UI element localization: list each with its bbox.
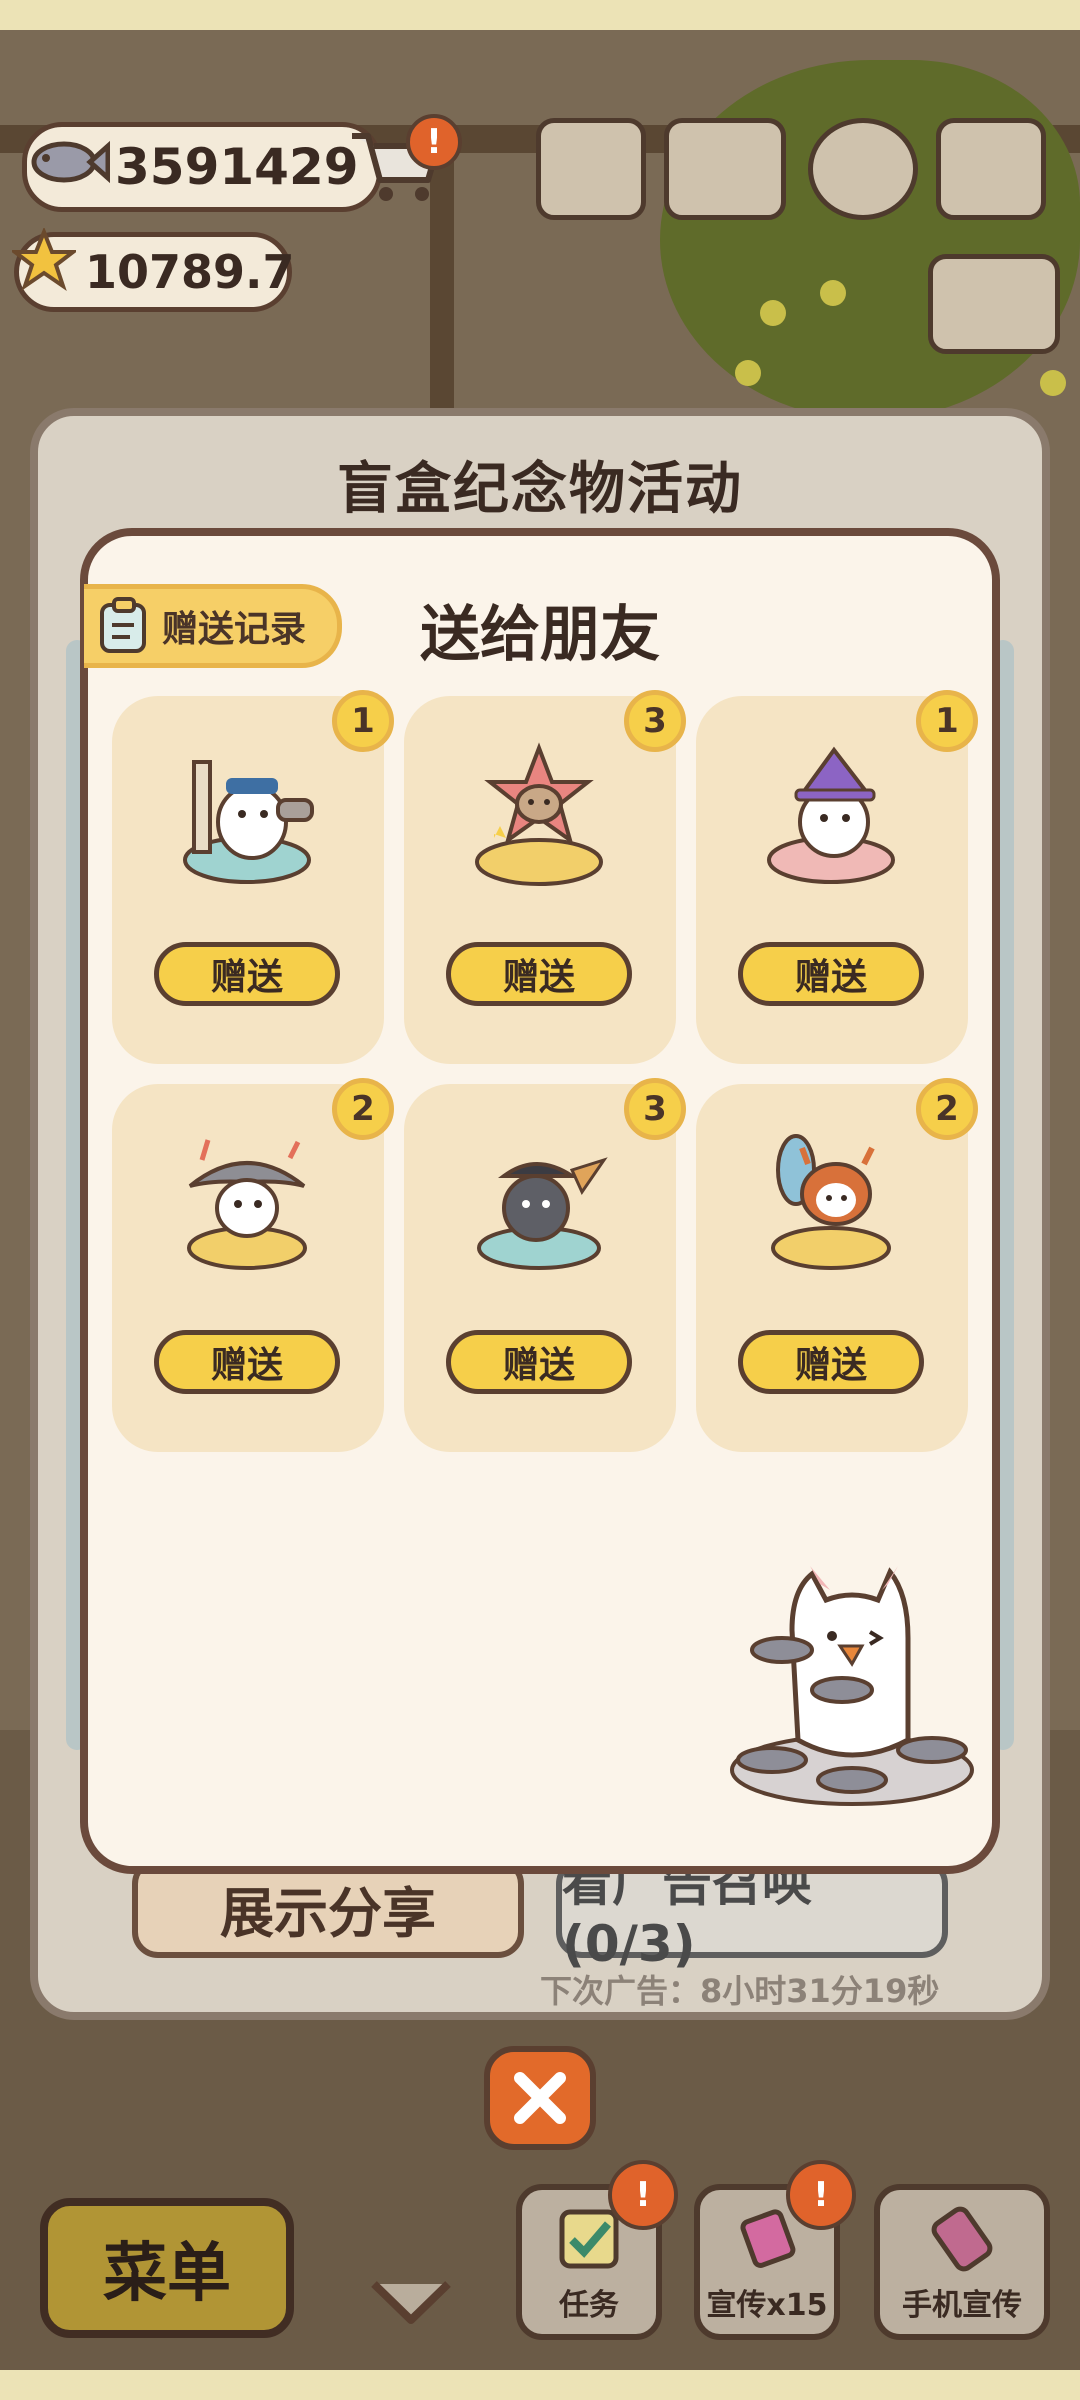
- sort-toggle-icon[interactable]: [928, 254, 1060, 354]
- gift-button[interactable]: 赠送: [446, 942, 632, 1006]
- gift-button[interactable]: 赠送: [154, 1330, 340, 1394]
- close-icon: [514, 2072, 566, 2124]
- pirate-cat-figure-icon: [477, 1157, 608, 1270]
- quantity-badge: 2: [916, 1078, 978, 1140]
- crab-hood-cat-figure-icon: [771, 1134, 891, 1270]
- gear-icon[interactable]: [808, 118, 918, 220]
- phone-icon: [931, 2206, 993, 2272]
- gift-record-label: 赠送记录: [162, 609, 307, 650]
- profile-card-icon[interactable]: [536, 118, 646, 220]
- quantity-badge: 3: [624, 1078, 686, 1140]
- next-ad-timer: 下次广告：8小时31分19秒: [540, 1972, 940, 2010]
- checklist-icon: [559, 2209, 619, 2269]
- gift-button[interactable]: 赠送: [154, 942, 340, 1006]
- menu-button[interactable]: 菜单: [40, 2198, 294, 2338]
- scene-light: [1040, 370, 1066, 396]
- chevron-down-icon[interactable]: [368, 2274, 454, 2330]
- promo-alert-badge: !: [786, 2160, 856, 2230]
- white-cat-mascot-icon: [730, 1566, 974, 1806]
- tasks-alert-badge: !: [608, 2160, 678, 2230]
- quantity-badge: 3: [624, 690, 686, 752]
- scene-light: [735, 360, 761, 386]
- scene-light: [820, 280, 846, 306]
- starfish-cat-figure-icon: [475, 742, 603, 886]
- gift-button[interactable]: 赠送: [446, 1330, 632, 1394]
- event-title: 盲盒纪念物活动: [337, 457, 743, 522]
- gift-button[interactable]: 赠送: [738, 1330, 924, 1394]
- star-value: 10789.7: [85, 245, 295, 299]
- fish-coin-value: 3591429: [115, 138, 359, 196]
- cart-alert-badge: !: [406, 114, 462, 170]
- tasks-label: 任务: [559, 2288, 619, 2323]
- clipboard-icon: [100, 597, 146, 653]
- scene-light: [760, 300, 786, 326]
- quantity-badge: 1: [332, 690, 394, 752]
- phone-promo-button[interactable]: 手机宣传: [874, 2184, 1050, 2340]
- status-bar-top: [0, 0, 1080, 30]
- scene-tree: [660, 60, 1080, 420]
- quantity-badge: 1: [916, 690, 978, 752]
- close-button[interactable]: [484, 2046, 596, 2150]
- gift-button[interactable]: 赠送: [738, 942, 924, 1006]
- star-icon: [12, 228, 76, 292]
- sailor-cat-figure-icon: [183, 760, 314, 884]
- fish-coin-icon: [31, 140, 110, 184]
- catbook-icon[interactable]: [664, 118, 786, 220]
- witch-cat-figure-icon: [767, 746, 895, 884]
- gift-record-button[interactable]: 赠送记录: [84, 584, 342, 668]
- phone-promo-label: 手机宣传: [902, 2288, 1022, 2323]
- map-icon[interactable]: [936, 118, 1046, 220]
- quantity-badge: 2: [332, 1078, 394, 1140]
- status-bar-bottom: [0, 2370, 1080, 2400]
- gift-dialog-title: 送给朋友: [420, 600, 660, 670]
- flyer-icon: [740, 2209, 796, 2268]
- shark-hood-cat-figure-icon: [187, 1139, 307, 1270]
- promo-label: 宣传x15: [706, 2288, 828, 2323]
